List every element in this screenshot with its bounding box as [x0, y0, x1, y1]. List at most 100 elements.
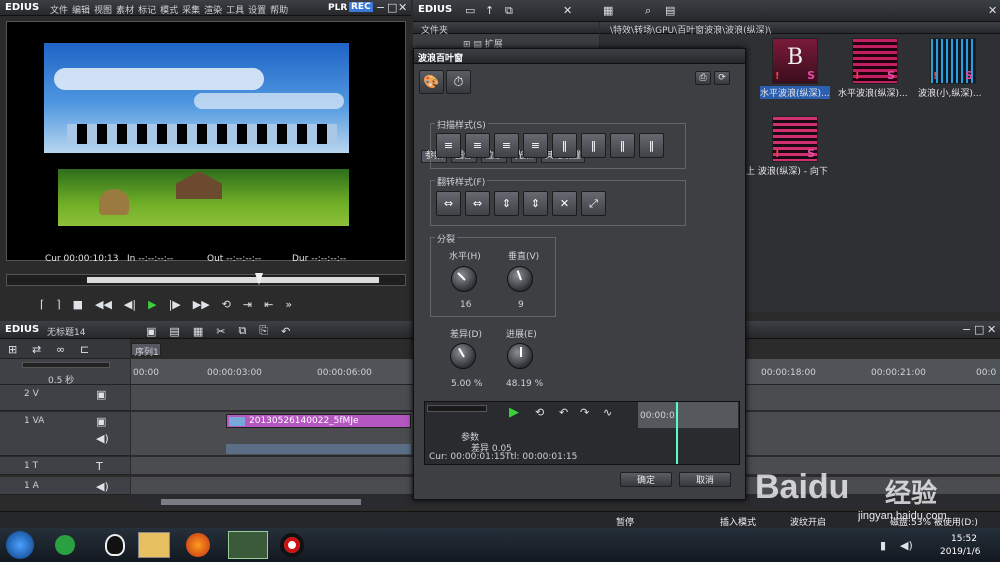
insert-icon[interactable]: ⇥ [243, 298, 252, 311]
scan-style-4-icon[interactable]: ≡ [523, 133, 548, 158]
menu-item-settings[interactable]: 设置 [248, 3, 266, 16]
progress-knob[interactable] [507, 343, 533, 369]
cut-icon[interactable]: ✂ [216, 324, 225, 338]
edius-app-icon[interactable] [228, 531, 268, 559]
scan-style-7-icon[interactable]: ‖ [610, 133, 635, 158]
link-icon[interactable]: ∞ [56, 343, 65, 356]
clip-thumb-selected[interactable]: B! S [772, 38, 818, 84]
minimize-icon[interactable]: − [376, 1, 385, 14]
track-audio-icon[interactable]: ◀) [96, 480, 109, 493]
volume-icon[interactable]: ◀) [900, 539, 913, 552]
overwrite-icon[interactable]: ⇤ [264, 298, 273, 311]
menu-item-capture[interactable]: 采集 [182, 3, 200, 16]
menu-item-edit[interactable]: 编辑 [72, 3, 90, 16]
timeline-close-icon[interactable]: ✕ [987, 323, 996, 336]
scan-style-8-icon[interactable]: ‖ [639, 133, 664, 158]
add-clip-icon[interactable]: ⧉ [505, 4, 513, 18]
kf-next-icon[interactable]: ↷ [580, 406, 589, 419]
paste-icon[interactable]: ⎘ [259, 324, 268, 338]
menu-item-mode[interactable]: 模式 [160, 3, 178, 16]
menu-item-view[interactable]: 视图 [94, 3, 112, 16]
flip-style-5-icon[interactable]: ✕ [552, 191, 577, 216]
kf-playhead[interactable] [676, 402, 678, 464]
flip-style-6-icon[interactable]: ⤢ [581, 191, 606, 216]
plr-toggle[interactable]: PLR [328, 3, 347, 13]
kf-zoom-slider[interactable] [427, 405, 487, 412]
flip-style-1-icon[interactable]: ⇔ [436, 191, 461, 216]
preset-icon[interactable]: ⎙ [695, 71, 711, 85]
menu-item-file[interactable]: 文件 [50, 3, 68, 16]
clip-label-selected[interactable]: 水平波浪(纵深)... [760, 86, 830, 99]
flip-style-2-icon[interactable]: ⇔ [465, 191, 490, 216]
clip-thumb[interactable]: ! S [852, 38, 898, 84]
fast-forward-icon[interactable]: ▶▶ [193, 298, 210, 311]
mode-icon[interactable]: ⊞ [8, 343, 17, 356]
scroll-thumb[interactable] [161, 499, 361, 505]
track-visible-icon[interactable]: ▣ [96, 388, 106, 401]
player-scrubber[interactable] [6, 273, 406, 286]
record-app-icon[interactable] [280, 533, 304, 557]
flip-style-4-icon[interactable]: ⇕ [523, 191, 548, 216]
scan-style-1-icon[interactable]: ≡ [436, 133, 461, 158]
maximize-icon[interactable]: □ [387, 1, 397, 14]
track-header[interactable]: 1 VA ▣ ◀) [0, 412, 130, 456]
scan-style-2-icon[interactable]: ≡ [465, 133, 490, 158]
play-icon[interactable]: ▶ [148, 298, 156, 311]
set-in-icon[interactable]: ⌈ [40, 298, 44, 311]
timeline-clip[interactable]: 20130526140022_5fMJe [226, 414, 411, 428]
track-header[interactable]: 1 T T [0, 457, 130, 475]
track-audio-icon[interactable]: ◀) [96, 432, 109, 445]
kf-prev-icon[interactable]: ↶ [559, 406, 568, 419]
explorer-app-icon[interactable] [138, 532, 170, 558]
open-icon[interactable]: ▤ [169, 324, 179, 338]
track-header[interactable]: 2 V ▣ [0, 385, 130, 411]
clip-label[interactable]: 水平波浪(纵深)... [838, 86, 914, 99]
close-icon[interactable]: ✕ [398, 1, 407, 14]
kf-graph-icon[interactable]: ∿ [603, 406, 612, 419]
more-icon[interactable]: » [285, 298, 292, 311]
view-icon[interactable]: ▤ [665, 4, 675, 17]
clock-date[interactable]: 2019/1/6 [940, 547, 980, 557]
set-out-icon[interactable]: ⌉ [56, 298, 60, 311]
clip-label[interactable]: 上 波浪(纵深) - 向下 [746, 164, 846, 177]
clip-thumb[interactable]: ! S [930, 38, 976, 84]
menu-item-marker[interactable]: 标记 [138, 3, 156, 16]
sequence-tab[interactable]: 序列1 [131, 343, 161, 358]
start-button[interactable] [6, 531, 34, 559]
stopwatch-icon[interactable]: ⏱ [446, 70, 471, 94]
kf-loop-icon[interactable]: ⟲ [535, 406, 544, 419]
up-icon[interactable]: ↑ [485, 4, 494, 17]
cancel-button[interactable]: 取消 [679, 472, 731, 487]
folder-icon[interactable]: ▭ [465, 4, 475, 17]
scan-style-3-icon[interactable]: ≡ [494, 133, 519, 158]
menu-item-render[interactable]: 渲染 [204, 3, 222, 16]
step-forward-icon[interactable]: |▶ [169, 298, 181, 311]
copy-icon[interactable]: ⧉ [238, 324, 246, 338]
firefox-app-icon[interactable] [186, 533, 210, 557]
status-ripple[interactable]: 波纹开启 [790, 515, 826, 528]
horizontal-knob[interactable] [451, 266, 477, 292]
bin-close-icon[interactable]: ✕ [988, 4, 997, 17]
undo-icon[interactable]: ↶ [281, 324, 290, 338]
timeline-maximize-icon[interactable]: □ [974, 323, 984, 336]
status-insert-mode[interactable]: 插入模式 [720, 515, 756, 528]
clock-time[interactable]: 15:52 [951, 534, 977, 544]
rewind-icon[interactable]: ◀◀ [95, 298, 112, 311]
save-icon[interactable]: ▦ [193, 324, 203, 338]
kf-play-icon[interactable]: ▶ [509, 405, 519, 420]
clip-thumb[interactable]: ! S [772, 116, 818, 162]
loop-icon[interactable]: ⟲ [222, 298, 231, 311]
ok-button[interactable]: 确定 [620, 472, 672, 487]
qq-app-icon[interactable] [105, 534, 125, 556]
stop-icon[interactable]: ■ [73, 298, 83, 311]
menu-item-clip[interactable]: 素材 [116, 3, 134, 16]
rec-toggle[interactable]: REC [349, 2, 373, 12]
palette-icon[interactable]: 🎨 [419, 70, 444, 94]
snap-icon[interactable]: ⊏ [80, 343, 89, 356]
timeline-minimize-icon[interactable]: − [962, 323, 971, 336]
menu-item-help[interactable]: 帮助 [270, 3, 288, 16]
network-icon[interactable]: ▮ [880, 539, 886, 552]
track-header[interactable]: 1 A ◀) [0, 477, 130, 495]
refresh-app-icon[interactable] [55, 535, 75, 555]
diff-knob[interactable] [450, 343, 476, 369]
